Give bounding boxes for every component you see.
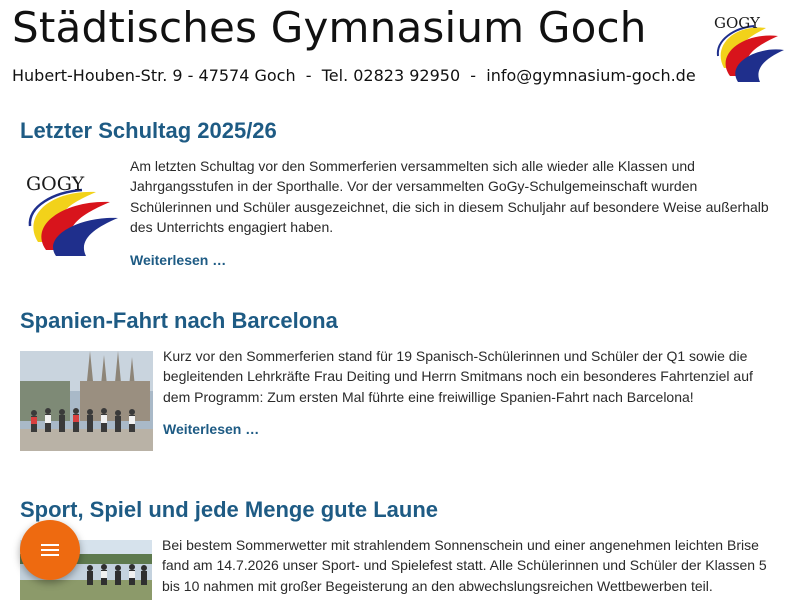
site-header: Städtisches Gymnasium Goch Hubert-Houben… — [0, 0, 800, 100]
logo-text: GOGY — [714, 14, 761, 32]
school-logo[interactable]: GOGY — [704, 6, 788, 86]
post-thumbnail-photo[interactable] — [20, 351, 153, 451]
post-excerpt: Bei bestem Sommerwetter mit strahlendem … — [162, 537, 767, 594]
menu-button[interactable] — [20, 520, 80, 580]
gogy-logo-icon: GOGY — [26, 173, 118, 256]
logo-text: GOGY — [26, 173, 85, 195]
post-sportfest: Sport, Spiel und jede Menge gute Laune B… — [20, 497, 780, 600]
menu-icon — [41, 543, 59, 557]
post-letzter-schultag: Letzter Schultag 2025/26 GOGY Am letzten… — [20, 118, 780, 278]
school-contact: Hubert-Houben-Str. 9 - 47574 Goch - Tel.… — [12, 66, 696, 85]
post-thumbnail-logo[interactable]: GOGY — [20, 156, 120, 260]
read-more-link[interactable]: Weiterlesen … — [163, 421, 259, 437]
post-title[interactable]: Sport, Spiel und jede Menge gute Laune — [20, 497, 438, 523]
school-title[interactable]: Städtisches Gymnasium Goch — [12, 3, 647, 52]
post-excerpt: Kurz vor den Sommerferien stand für 19 S… — [163, 348, 753, 405]
post-excerpt: Am letzten Schultag vor den Sommerferien… — [130, 158, 769, 235]
post-spanien-fahrt: Spanien-Fahrt nach Barcelona Kurz vor de — [20, 308, 780, 458]
group-photo-icon — [20, 351, 153, 451]
read-more-link[interactable]: Weiterlesen … — [130, 252, 226, 268]
post-title[interactable]: Spanien-Fahrt nach Barcelona — [20, 308, 338, 334]
post-title[interactable]: Letzter Schultag 2025/26 — [20, 118, 277, 144]
